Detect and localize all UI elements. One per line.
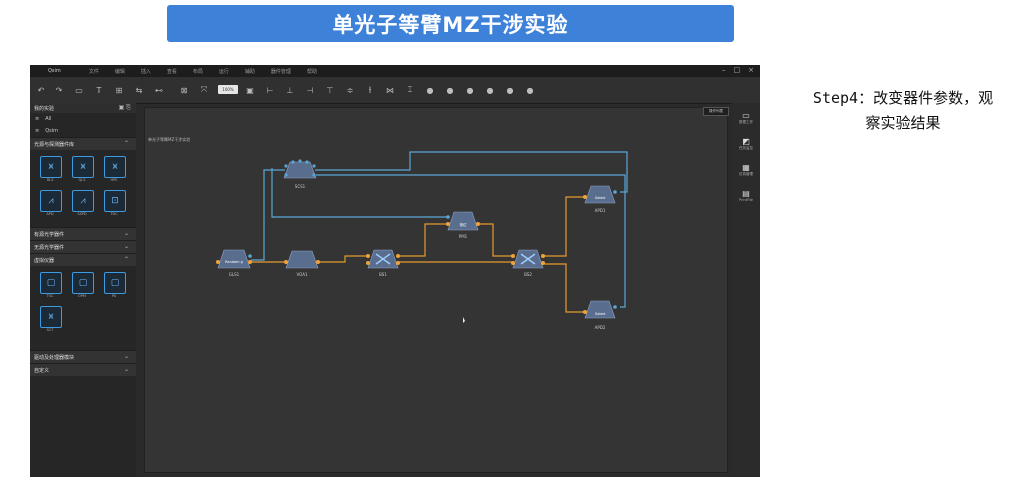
- node-label: APD2: [595, 325, 606, 330]
- fiber-voa-bs1: [318, 255, 368, 263]
- node-voa[interactable]: VOA1: [284, 250, 320, 277]
- node-label: BS2: [524, 272, 532, 277]
- node-label: APD1: [595, 208, 606, 213]
- mouse-cursor-icon: [463, 317, 465, 323]
- node-label: VOA1: [296, 272, 307, 277]
- wire-scs-apd2: [316, 174, 626, 308]
- node-apd2[interactable]: Gated APD2: [583, 300, 617, 330]
- node-label: GLS1: [229, 272, 240, 277]
- node-scs[interactable]: SCS1: [283, 159, 317, 189]
- wire-gls-scs: [251, 169, 285, 261]
- node-gls[interactable]: Random g GLS1: [216, 249, 252, 277]
- circuit-diagram: Random g GLS1 VOA1 BS1 相位 PM1 BS2 Gated …: [216, 151, 628, 330]
- node-label: BS1: [379, 272, 387, 277]
- node-pm[interactable]: 相位 PM1: [446, 211, 480, 239]
- node-inner-label: Random g: [225, 260, 243, 264]
- node-apd1[interactable]: Gated APD1: [583, 185, 617, 213]
- fiber-bs1-pm: [398, 223, 448, 257]
- node-inner-label: Gated: [595, 196, 606, 200]
- wire-scs-apd1: [315, 151, 628, 193]
- node-label: PM1: [459, 234, 468, 239]
- node-inner-label: 相位: [460, 222, 468, 227]
- node-bs2[interactable]: BS2: [511, 249, 545, 277]
- fiber-bs2-apd2: [543, 263, 585, 313]
- node-label: SCS1: [295, 184, 306, 189]
- fiber-pm-bs2: [478, 223, 512, 257]
- node-inner-label: Gated: [595, 312, 606, 316]
- node-bs1[interactable]: BS1: [366, 249, 400, 277]
- fiber-bs2-apd1: [543, 196, 585, 257]
